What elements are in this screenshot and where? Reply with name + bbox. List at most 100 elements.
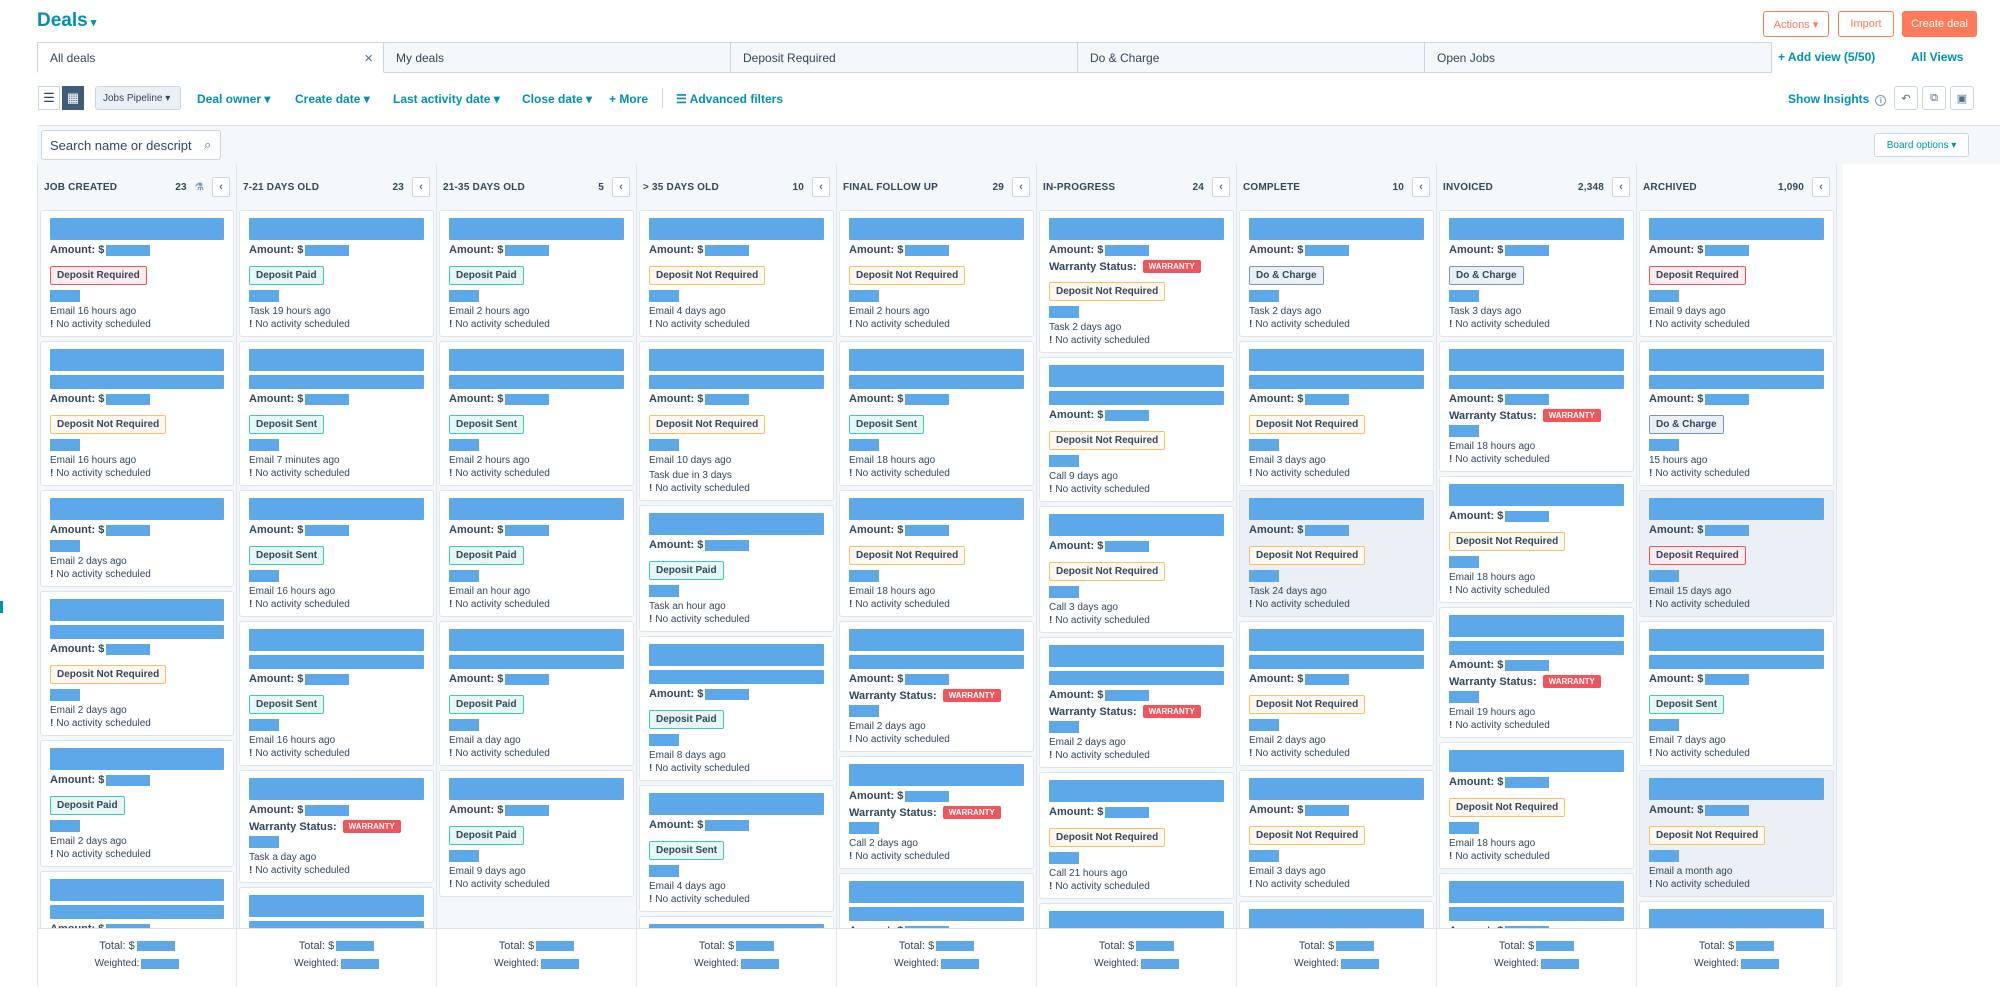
deal-name-redacted[interactable] <box>1249 498 1424 520</box>
deal-name-redacted[interactable] <box>849 764 1024 786</box>
deal-name-redacted[interactable] <box>449 498 624 520</box>
deal-name-redacted[interactable] <box>1049 218 1224 240</box>
deal-card[interactable]: Amount: $ Warranty Status: WARRANTY Deposit… <box>1039 210 1234 353</box>
deal-card[interactable]: Amount: $ Deposit Sent Email 18 hours ago!… <box>839 341 1034 486</box>
all-views-link[interactable]: All Views <box>1911 50 1963 64</box>
deal-card[interactable]: Amount: $ Deposit Not Required Email 10 da… <box>639 341 834 501</box>
deal-name-redacted[interactable] <box>649 644 824 666</box>
deal-card[interactable]: Amount: $ Deposit Not Required Email 2 day… <box>40 591 234 736</box>
deal-card[interactable]: Amount: $ <box>839 873 1034 928</box>
deal-card[interactable]: Amount: $ Deposit Not Required Email 2 day… <box>1239 621 1434 766</box>
deal-name-redacted[interactable] <box>50 599 224 621</box>
deal-name-redacted[interactable] <box>249 498 424 520</box>
deal-name-redacted[interactable] <box>849 349 1024 371</box>
deal-name-redacted[interactable] <box>849 629 1024 651</box>
deal-card[interactable]: Amount: $ Warranty Status: WARRANTY Email 1… <box>1439 341 1634 472</box>
deal-card[interactable]: Amount: $ Warranty Status: WARRANTY Email 1… <box>1439 607 1634 738</box>
deal-card[interactable]: Amount: $ Deposit Not Required Email 18 ho… <box>839 490 1034 617</box>
deal-name-redacted[interactable] <box>649 793 824 815</box>
deal-card[interactable]: Amount: $ Deposit Not Required Email 18 ho… <box>1439 476 1634 603</box>
deal-name-redacted[interactable] <box>449 218 624 240</box>
collapse-column-button[interactable]: ‹ <box>212 177 230 197</box>
deal-name-redacted[interactable] <box>50 498 224 520</box>
deal-name-redacted[interactable] <box>1249 629 1424 651</box>
collapse-column-button[interactable]: ‹ <box>1812 177 1830 197</box>
deal-card[interactable]: Amount: $Deposit Not Required <box>239 887 434 928</box>
deal-card[interactable]: Amount: $ Deposit Not Required Email a mon… <box>1639 770 1834 897</box>
deal-name-redacted[interactable] <box>249 629 424 651</box>
deal-card[interactable]: Amount: $ Deposit Paid Email a day ago! No … <box>439 621 634 766</box>
deal-card[interactable]: Amount: $ Deposit Paid Email 8 days ago! No… <box>639 636 834 781</box>
undo-icon[interactable]: ↶ <box>1894 86 1918 110</box>
collapse-column-button[interactable]: ‹ <box>612 177 630 197</box>
deal-card[interactable]: Amount: $ <box>1639 901 1834 928</box>
deal-card[interactable]: Amount: $ Deposit Not Required Call 3 days… <box>1039 506 1234 633</box>
board-view-icon[interactable]: ▦ <box>62 86 84 110</box>
deal-name-redacted[interactable] <box>1249 909 1424 928</box>
deal-name-redacted[interactable] <box>1649 909 1824 928</box>
deal-card[interactable]: Amount: $ Deposit Paid Email 9 days ago! No… <box>439 770 634 897</box>
deal-card[interactable]: Amount: $ Deposit Not Required Email 18 ho… <box>1439 742 1634 869</box>
deal-card[interactable]: Amount: $ <box>639 916 834 928</box>
search-input[interactable]: Search name or descript ⌕ <box>41 130 221 160</box>
deal-card[interactable]: Amount: $ Deposit Not Required Email 3 day… <box>1239 341 1434 486</box>
deal-card[interactable]: Amount: $ Warranty Status: WARRANTY Email 2… <box>1039 637 1234 768</box>
deal-card[interactable]: Amount: $ Deposit Paid Email an hour ago! N… <box>439 490 634 617</box>
advanced-filters-button[interactable]: ☰ Advanced filters <box>676 92 783 106</box>
copy-icon[interactable]: ⧉ <box>1922 86 1946 110</box>
deal-name-redacted[interactable] <box>1449 484 1624 506</box>
close-icon[interactable]: × <box>364 50 373 67</box>
tab-all-deals[interactable]: All deals × <box>37 42 384 73</box>
deal-name-redacted[interactable] <box>1649 629 1824 651</box>
deal-card[interactable]: Amount: $ Deposit Sent Email 7 minutes ago… <box>239 341 434 486</box>
collapse-column-button[interactable]: ‹ <box>1412 177 1430 197</box>
deal-card[interactable]: Amount: $ Deposit Sent Email 2 hours ago! N… <box>439 341 634 486</box>
deal-card[interactable]: Amount: $ Deposit Not Required Call 21 hou… <box>1039 772 1234 899</box>
deal-card[interactable]: Amount: $ Deposit Required Email 9 days ag… <box>1639 210 1834 337</box>
deal-name-redacted[interactable] <box>1649 498 1824 520</box>
deal-name-redacted[interactable] <box>449 629 624 651</box>
deal-name-redacted[interactable] <box>449 778 624 800</box>
deal-card[interactable]: Amount: $ Email 2 days ago! No activity sc… <box>40 490 234 587</box>
filter-close-date[interactable]: Close date ▾ <box>522 92 592 106</box>
filter-last-activity-date[interactable]: Last activity date ▾ <box>393 92 500 106</box>
deal-card[interactable]: Amount: $ Deposit Paid Task 19 hours ago! N… <box>239 210 434 337</box>
deal-card[interactable]: Amount: $ <box>1439 873 1634 928</box>
deal-name-redacted[interactable] <box>249 895 424 917</box>
deal-name-redacted[interactable] <box>249 218 424 240</box>
filter-deal-owner[interactable]: Deal owner ▾ <box>197 92 270 106</box>
collapse-column-button[interactable]: ‹ <box>1212 177 1230 197</box>
deal-name-redacted[interactable] <box>249 778 424 800</box>
deal-name-redacted[interactable] <box>1649 778 1824 800</box>
deal-name-redacted[interactable] <box>1049 365 1224 387</box>
deal-name-redacted[interactable] <box>649 218 824 240</box>
import-button[interactable]: Import <box>1838 11 1894 37</box>
deal-name-redacted[interactable] <box>1049 645 1224 667</box>
add-view-link[interactable]: + Add view (5/50) <box>1778 50 1875 64</box>
tab-open-jobs[interactable]: Open Jobs <box>1425 42 1772 73</box>
deal-name-redacted[interactable] <box>649 513 824 535</box>
deal-card[interactable]: Amount: $ Warranty Status: WARRANTY Call 2 … <box>839 756 1034 869</box>
deal-card[interactable]: Amount: $ Deposit Paid Task an hour ago! No… <box>639 505 834 632</box>
deal-name-redacted[interactable] <box>1449 218 1624 240</box>
deal-card[interactable]: Amount: $ Deposit Sent Email 16 hours ago!… <box>239 490 434 617</box>
deal-card[interactable]: Amount: $ Deposit Not Required Email 2 hou… <box>839 210 1034 337</box>
deal-card[interactable]: Amount: $Deposit Not Required <box>1239 901 1434 928</box>
deal-name-redacted[interactable] <box>1449 750 1624 772</box>
deal-card[interactable]: Amount: $ Deposit Not Required Email 4 day… <box>639 210 834 337</box>
deal-card[interactable]: Amount: $ Warranty Status: WARRANTY Task a … <box>239 770 434 883</box>
pipeline-select[interactable]: Jobs Pipeline ▾ <box>95 86 181 110</box>
deal-card[interactable]: Amount: $ Do & Charge 15 hours ago! No acti… <box>1639 341 1834 486</box>
filter-create-date[interactable]: Create date ▾ <box>295 92 370 106</box>
deal-card[interactable]: Amount: $ Do & Charge Task 2 days ago! No a… <box>1239 210 1434 337</box>
deal-card[interactable]: Amount: $ Deposit Not Required Call 9 days… <box>1039 357 1234 502</box>
actions-button[interactable]: Actions ▾ <box>1763 11 1829 37</box>
deal-name-redacted[interactable] <box>649 349 824 371</box>
deal-name-redacted[interactable] <box>50 349 224 371</box>
tab-do-and-charge[interactable]: Do & Charge <box>1078 42 1425 73</box>
deal-name-redacted[interactable] <box>1049 780 1224 802</box>
deal-card[interactable]: Amount: $Deposit Not Required <box>40 871 234 928</box>
deal-card[interactable]: Amount: $ Deposit Sent Email 7 days ago! No… <box>1639 621 1834 766</box>
deal-name-redacted[interactable] <box>50 879 224 901</box>
show-insights-toggle[interactable]: Show Insights i <box>1788 92 1887 106</box>
